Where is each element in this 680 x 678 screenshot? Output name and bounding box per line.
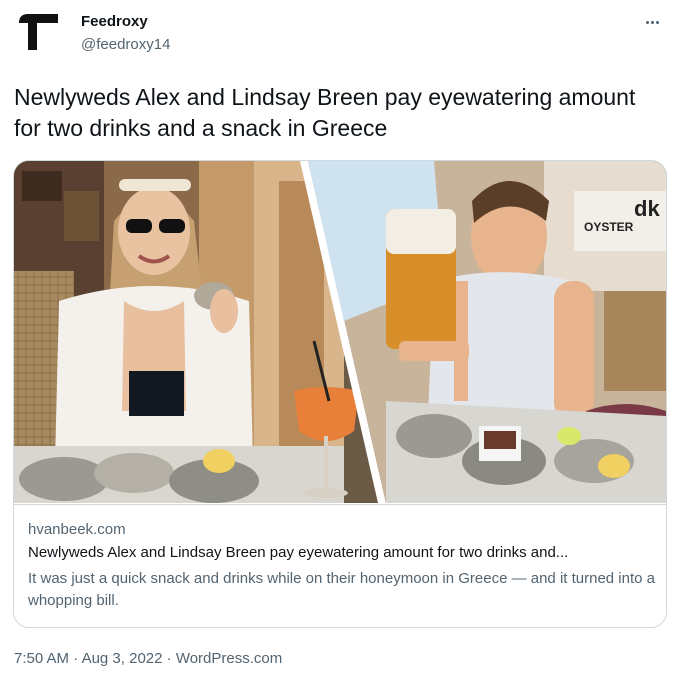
oyster-sign: OYSTER	[584, 220, 634, 234]
card-image[interactable]: OYSTER dk	[14, 161, 666, 503]
tweet-source[interactable]: WordPress.com	[176, 650, 282, 667]
feedroxy-logo-icon	[19, 14, 58, 50]
card-description: It was just a quick snack and drinks whi…	[28, 570, 656, 609]
card-photo: OYSTER dk	[14, 161, 666, 503]
link-card[interactable]: OYSTER dk hvanbeek.com Newlyweds Alex an…	[13, 160, 667, 628]
separator: ·	[166, 650, 172, 667]
avatar[interactable]	[14, 8, 62, 56]
tweet-date[interactable]: Aug 3, 2022	[82, 650, 163, 667]
sign-logo: dk	[634, 196, 660, 221]
more-options-icon[interactable]	[640, 12, 664, 32]
tweet-text: Newlyweds Alex and Lindsay Breen pay eye…	[14, 84, 636, 141]
card-domain: hvanbeek.com	[28, 521, 126, 538]
author-name[interactable]: Feedroxy	[81, 13, 148, 30]
author-handle[interactable]: @feedroxy14	[81, 36, 170, 53]
tweet-timestamp: 7:50 AM · Aug 3, 2022 · WordPress.com	[14, 650, 282, 667]
tweet-time[interactable]: 7:50 AM	[14, 650, 69, 667]
separator: ·	[73, 650, 79, 667]
card-title: Newlyweds Alex and Lindsay Breen pay eye…	[28, 544, 569, 561]
tweet-header: Feedroxy @feedroxy14	[14, 8, 666, 58]
card-meta[interactable]: hvanbeek.com Newlyweds Alex and Lindsay …	[14, 504, 666, 627]
